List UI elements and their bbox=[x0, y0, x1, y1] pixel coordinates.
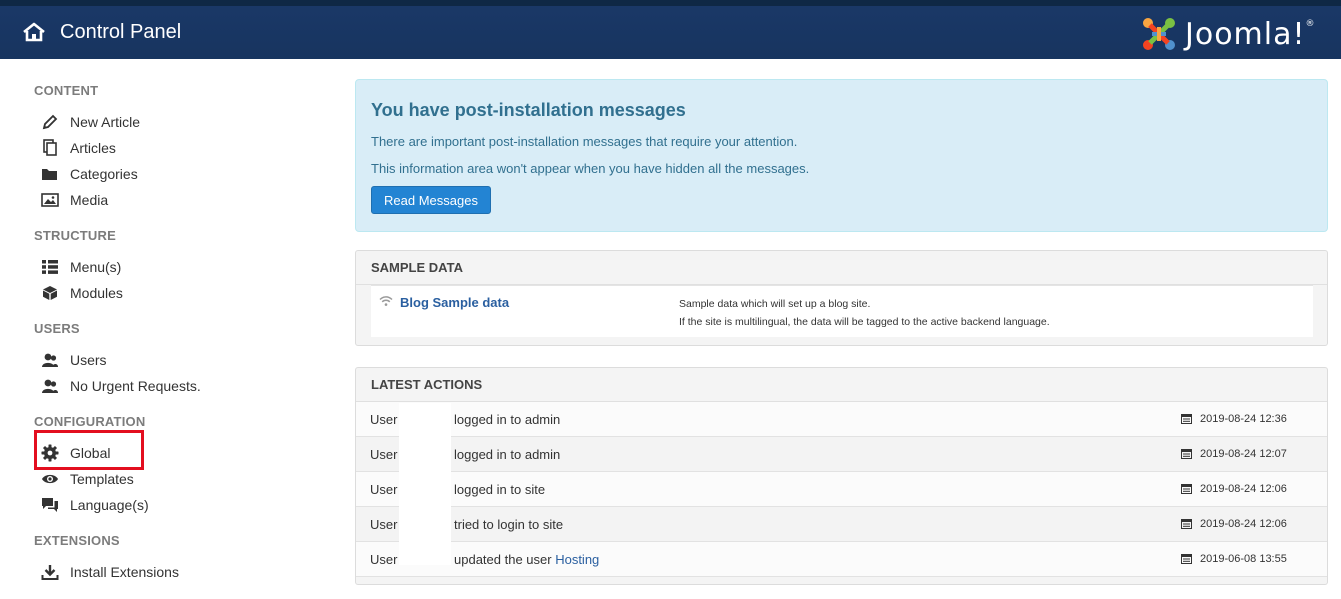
table-row: User updated the user Hosting 2019-06-08… bbox=[356, 542, 1327, 577]
section-title-configuration: CONFIGURATION bbox=[34, 414, 146, 429]
section-title-users: USERS bbox=[34, 321, 80, 336]
sidebar-item-new-article[interactable]: New Article bbox=[40, 110, 290, 134]
joomla-logo-text: Joomla!® bbox=[1185, 17, 1316, 52]
download-icon bbox=[40, 563, 60, 581]
sample-data-description-1: Sample data which will set up a blog sit… bbox=[679, 298, 871, 310]
alert-message-1: There are important post-installation me… bbox=[371, 134, 798, 149]
eye-icon bbox=[40, 470, 60, 488]
sidebar-item-languages[interactable]: Language(s) bbox=[40, 493, 290, 517]
table-row: User tried to login to site 2019-08-24 1… bbox=[356, 507, 1327, 542]
table-row: User logged in to site 2019-08-24 12:06 bbox=[356, 472, 1327, 507]
sidebar-item-label: Templates bbox=[70, 471, 134, 487]
header-bar: Control Panel Joomla!® bbox=[0, 6, 1341, 59]
latest-actions-panel: LATEST ACTIONS User logged in to admin 2… bbox=[355, 367, 1328, 585]
blog-sample-data-link[interactable]: Blog Sample data bbox=[400, 295, 509, 310]
sidebar-item-label: Media bbox=[70, 192, 109, 208]
action-date: 2019-08-24 12:06 bbox=[1200, 518, 1287, 530]
action-date: 2019-08-24 12:07 bbox=[1200, 448, 1287, 460]
alert-title: You have post-installation messages bbox=[371, 100, 686, 120]
hosting-user-link[interactable]: Hosting bbox=[555, 552, 599, 567]
users-icon bbox=[40, 351, 60, 369]
sidebar-item-label: Categories bbox=[70, 166, 138, 182]
page-title: Control Panel bbox=[60, 21, 182, 43]
sidebar-item-label: Language(s) bbox=[70, 497, 149, 513]
action-text: logged in to admin bbox=[454, 411, 561, 427]
table-row: User logged in to admin 2019-08-24 12:07 bbox=[356, 437, 1327, 472]
home-icon[interactable] bbox=[22, 22, 46, 42]
action-user: User bbox=[370, 481, 398, 497]
action-user: User bbox=[370, 411, 398, 427]
users-icon bbox=[40, 377, 60, 395]
action-date: 2019-08-24 12:06 bbox=[1200, 483, 1287, 495]
wifi-icon bbox=[379, 296, 393, 306]
post-install-alert: You have post-installation messages Ther… bbox=[355, 79, 1328, 232]
sidebar-item-label: Users bbox=[70, 352, 107, 368]
action-date: 2019-06-08 13:55 bbox=[1200, 553, 1287, 565]
sidebar-item-articles[interactable]: Articles bbox=[40, 136, 290, 160]
calendar-icon bbox=[1181, 554, 1192, 564]
action-user: User bbox=[370, 551, 398, 567]
sample-data-row: Blog Sample data Sample data which will … bbox=[371, 285, 1313, 337]
pencil-icon bbox=[40, 113, 60, 131]
action-text: tried to login to site bbox=[454, 516, 564, 532]
action-text: logged in to admin bbox=[454, 446, 561, 462]
joomla-logo-icon bbox=[1143, 18, 1175, 50]
cube-icon bbox=[40, 284, 60, 302]
folder-icon bbox=[40, 165, 60, 183]
sidebar-item-users[interactable]: Users bbox=[40, 348, 290, 372]
sample-data-description-2: If the site is multilingual, the data wi… bbox=[679, 316, 1050, 328]
calendar-icon bbox=[1181, 449, 1192, 459]
latest-actions-heading: LATEST ACTIONS bbox=[356, 368, 1327, 402]
table-row: User logged in to admin 2019-08-24 12:36 bbox=[356, 402, 1327, 437]
sidebar-item-templates[interactable]: Templates bbox=[40, 467, 290, 491]
sidebar-item-label: No Urgent Requests. bbox=[70, 378, 201, 394]
section-title-structure: STRUCTURE bbox=[34, 228, 116, 243]
list-icon bbox=[40, 258, 60, 276]
sidebar-item-label: Install Extensions bbox=[70, 564, 179, 580]
sidebar-item-label: Articles bbox=[70, 140, 116, 156]
action-user: User bbox=[370, 446, 398, 462]
sample-data-panel: SAMPLE DATA Blog Sample data Sample data… bbox=[355, 250, 1328, 346]
alert-message-2: This information area won't appear when … bbox=[371, 161, 810, 176]
read-messages-button[interactable]: Read Messages bbox=[371, 186, 491, 214]
sidebar: CONTENT New Article Articles Categories … bbox=[0, 59, 340, 599]
sample-data-heading: SAMPLE DATA bbox=[356, 251, 1327, 285]
section-title-content: CONTENT bbox=[34, 83, 99, 98]
sidebar-item-urgent-requests[interactable]: No Urgent Requests. bbox=[40, 374, 290, 398]
sidebar-item-label: Menu(s) bbox=[70, 259, 122, 275]
image-icon bbox=[40, 191, 60, 209]
calendar-icon bbox=[1181, 484, 1192, 494]
redacted-usernames bbox=[399, 403, 451, 565]
copy-icon bbox=[40, 139, 60, 157]
action-text: updated the user Hosting bbox=[454, 551, 600, 567]
action-user: User bbox=[370, 516, 398, 532]
sidebar-item-menus[interactable]: Menu(s) bbox=[40, 255, 290, 279]
action-date: 2019-08-24 12:36 bbox=[1200, 413, 1287, 425]
section-title-extensions: EXTENSIONS bbox=[34, 533, 120, 548]
calendar-icon bbox=[1181, 414, 1192, 424]
calendar-icon bbox=[1181, 519, 1192, 529]
sidebar-item-label: New Article bbox=[70, 114, 141, 130]
sidebar-item-categories[interactable]: Categories bbox=[40, 162, 290, 186]
sidebar-item-modules[interactable]: Modules bbox=[40, 281, 290, 305]
sidebar-item-install-extensions[interactable]: Install Extensions bbox=[40, 560, 290, 584]
comments-icon bbox=[40, 496, 60, 514]
sidebar-item-label: Modules bbox=[70, 285, 123, 301]
action-text: logged in to site bbox=[454, 481, 546, 497]
highlight-annotation-box bbox=[34, 430, 144, 470]
sidebar-item-media[interactable]: Media bbox=[40, 188, 290, 212]
